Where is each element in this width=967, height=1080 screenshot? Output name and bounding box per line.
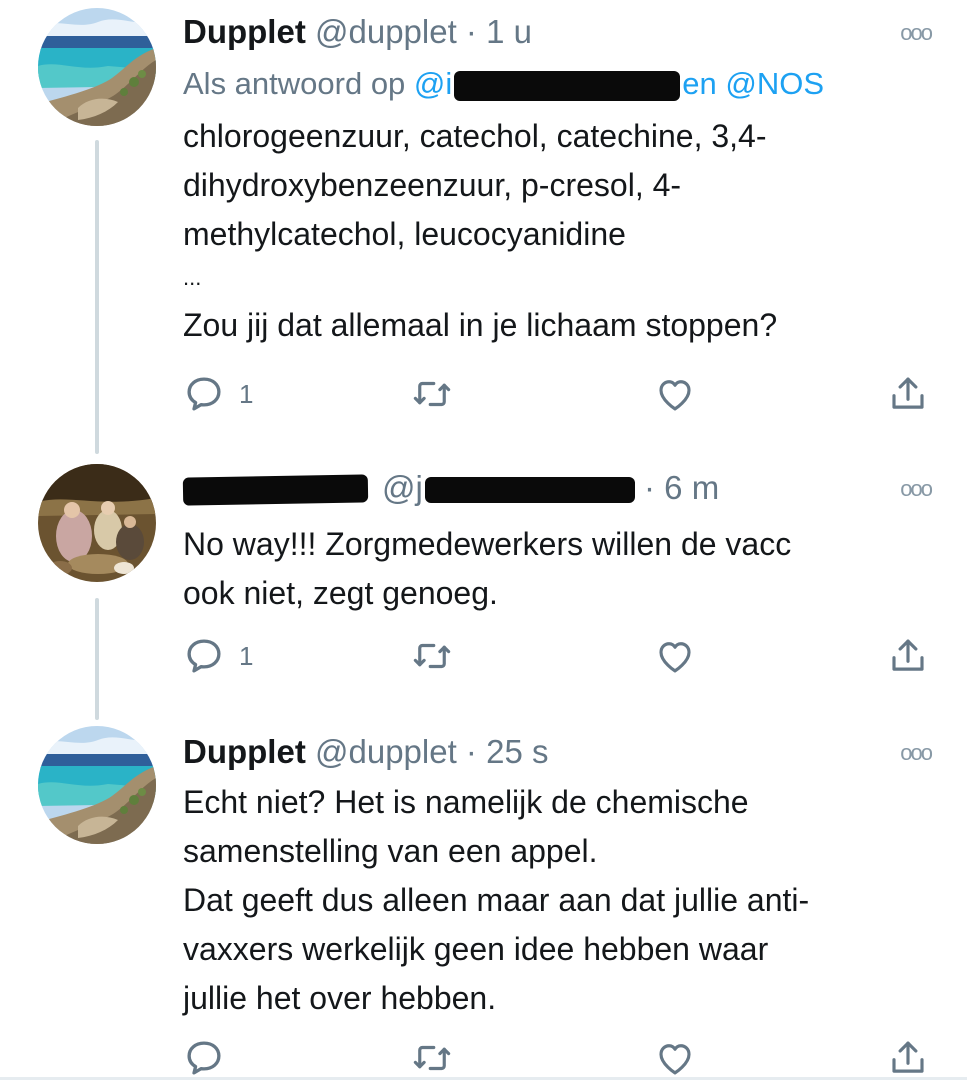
tweet-1[interactable]: Dupplet @dupplet · 1 u ooo Als antwoord … (0, 0, 967, 454)
handle[interactable]: @j (382, 469, 423, 506)
tweet-header: @j · 6 m (182, 468, 719, 508)
text-line: ... (183, 265, 202, 290)
timestamp[interactable]: 1 u (486, 13, 532, 50)
text-line: Dat geeft dus alleen maar aan dat jullie… (183, 882, 810, 918)
reply-mention[interactable]: @i (414, 66, 452, 101)
beach-landscape-avatar-icon (38, 8, 156, 126)
tweet-3[interactable]: Dupplet @dupplet · 25 s ooo Echt niet? H… (0, 720, 967, 1080)
redacted-handle (424, 477, 635, 504)
share-button[interactable] (887, 1036, 929, 1080)
beach-landscape-avatar-icon (38, 726, 156, 844)
retweet-button[interactable] (411, 372, 453, 416)
tweet-2[interactable]: @j · 6 m ooo No way!!! Zorgmedewerkers w… (0, 450, 967, 720)
action-bar: 1 (183, 634, 943, 678)
separator: · (456, 733, 487, 770)
thread-line (95, 140, 99, 454)
text-line: vaxxers werkelijk geen idee hebben waar (183, 931, 769, 967)
text-line: samenstelling van een appel. (183, 833, 598, 869)
tweet-text: chlorogeenzuur, catechol, catechine, 3,4… (183, 112, 923, 350)
like-button[interactable] (654, 634, 696, 678)
retweet-icon (411, 635, 453, 677)
text-line: No way!!! Zorgmedewerkers willen de vacc (183, 526, 792, 562)
separator: · (456, 13, 487, 50)
tweet-header: Dupplet @dupplet · 25 s (183, 732, 548, 772)
text-line: ook niet, zegt genoeg. (183, 575, 498, 611)
timestamp[interactable]: 25 s (486, 733, 548, 770)
painting-avatar-icon (38, 464, 156, 582)
text-line: chlorogeenzuur, catechol, catechine, 3,4… (183, 118, 767, 154)
text-line: methylcatechol, leucocyanidine (183, 216, 626, 252)
retweet-button[interactable] (411, 634, 453, 678)
action-bar: 1 (183, 372, 943, 416)
display-name[interactable]: Dupplet (183, 13, 306, 50)
text-line: Zou jij dat allemaal in je lichaam stopp… (183, 307, 778, 343)
tweet-text: No way!!! Zorgmedewerkers willen de vacc… (183, 520, 923, 618)
thread-line (95, 598, 99, 720)
more-options-icon[interactable]: ooo (900, 20, 933, 46)
retweet-icon (411, 373, 453, 415)
timestamp[interactable]: 6 m (664, 469, 719, 506)
like-button[interactable] (654, 372, 696, 416)
like-icon (654, 635, 696, 677)
tweet-header: Dupplet @dupplet · 1 u (183, 12, 532, 52)
text-line: jullie het over hebben. (183, 980, 497, 1016)
retweet-icon (411, 1037, 453, 1079)
text-line: Echt niet? Het is namelijk de chemische (183, 784, 749, 820)
tweet-text: Echt niet? Het is namelijk de chemische … (183, 778, 923, 1023)
reply-mention-nos[interactable]: en @NOS (682, 66, 824, 101)
share-icon (887, 1037, 929, 1079)
like-icon (654, 373, 696, 415)
reply-count: 1 (239, 640, 254, 671)
redacted-display-name (182, 474, 369, 506)
avatar[interactable] (38, 464, 156, 582)
separator: · (634, 469, 665, 506)
like-button[interactable] (654, 1036, 696, 1080)
avatar[interactable] (38, 8, 156, 126)
reply-count: 1 (239, 378, 254, 409)
share-button[interactable] (887, 372, 929, 416)
reply-button[interactable] (183, 1036, 225, 1080)
retweet-button[interactable] (411, 1036, 453, 1080)
share-button[interactable] (887, 634, 929, 678)
share-icon (887, 373, 929, 415)
avatar[interactable] (38, 726, 156, 844)
reply-button[interactable]: 1 (183, 634, 253, 678)
reply-icon (183, 1037, 225, 1079)
handle[interactable]: @dupplet (315, 13, 457, 50)
display-name[interactable]: Dupplet (183, 733, 306, 770)
handle[interactable]: @dupplet (315, 733, 457, 770)
reply-prefix: Als antwoord op (183, 66, 414, 101)
reply-context: Als antwoord op @i en @NOS (183, 64, 824, 104)
reply-icon (183, 373, 225, 415)
redaction-mark (454, 70, 681, 101)
more-options-icon[interactable]: ooo (900, 476, 933, 502)
share-icon (887, 635, 929, 677)
reply-button[interactable]: 1 (183, 372, 253, 416)
like-icon (654, 1037, 696, 1079)
action-bar (183, 1036, 943, 1080)
text-line: dihydroxybenzeenzuur, p-cresol, 4- (183, 167, 682, 203)
more-options-icon[interactable]: ooo (900, 740, 933, 766)
reply-icon (183, 635, 225, 677)
